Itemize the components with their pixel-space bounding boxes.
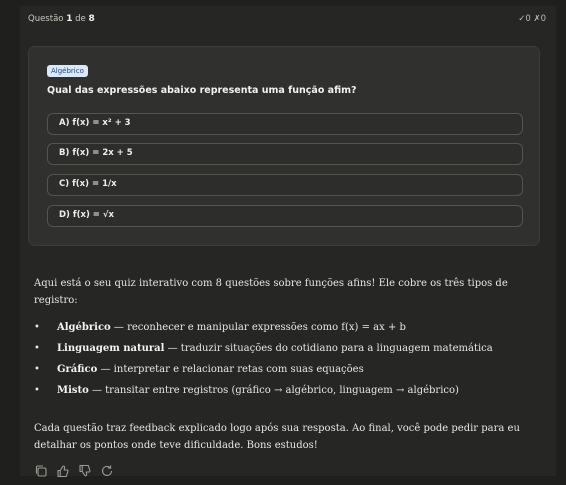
copy-icon[interactable] xyxy=(34,463,48,477)
list-item: • Misto — transitar entre registros (gráf… xyxy=(34,385,459,396)
option-d-button[interactable]: D) f(x) = √x xyxy=(47,205,523,227)
message-intro: Aqui está o seu quiz interativo com 8 qu… xyxy=(34,278,508,306)
thumbs-up-icon[interactable] xyxy=(56,463,70,478)
score-indicator: ✓0 ✗0 xyxy=(518,14,546,24)
list-item: • Linguagem natural — traduzir situações … xyxy=(34,343,493,354)
question-counter: Questão 1 de 8 xyxy=(28,14,95,24)
question-text: Qual das expressões abaixo representa um… xyxy=(47,85,357,96)
list-item: • Algébrico — reconhecer e manipular expr… xyxy=(34,322,406,333)
quiz-header: Questão 1 de 8 ✓0 ✗0 xyxy=(28,14,546,30)
list-item: • Gráfico — interpretar e relacionar reta… xyxy=(34,364,364,375)
retry-icon[interactable] xyxy=(100,463,114,477)
option-b-button[interactable]: B) f(x) = 2x + 5 xyxy=(47,143,523,165)
quiz-card: Algébrico Qual das expressões abaixo rep… xyxy=(28,46,540,246)
option-c-button[interactable]: C) f(x) = 1/x xyxy=(47,174,523,196)
category-badge: Algébrico xyxy=(47,65,88,77)
message-outro: Cada questão traz feedback explicado log… xyxy=(34,423,520,451)
thumbs-down-icon[interactable] xyxy=(78,463,92,477)
register-list: • Algébrico — reconhecer e manipular expr… xyxy=(34,319,534,403)
option-a-button[interactable]: A) f(x) = x² + 3 xyxy=(47,113,523,135)
